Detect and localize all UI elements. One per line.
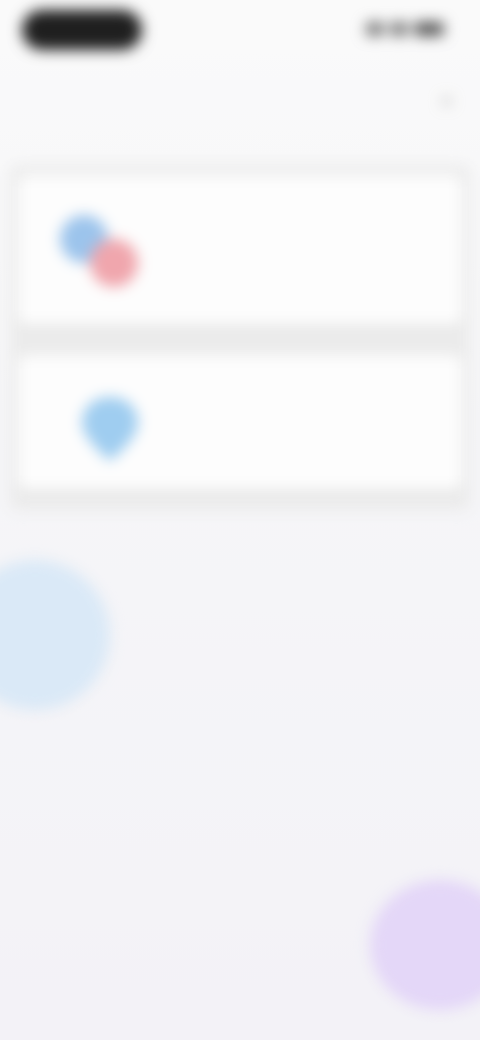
wifi-icon (390, 22, 408, 36)
close-icon[interactable]: ✕ (440, 95, 454, 111)
option-card-1[interactable] (18, 175, 462, 325)
blurred-content: ✕ (0, 0, 480, 1040)
two-profiles-icon (60, 215, 138, 287)
option-card-2[interactable] (18, 355, 462, 490)
pin-shape (82, 397, 138, 461)
battery-icon (414, 22, 444, 36)
profile-red-shape (90, 239, 138, 287)
camera-pill (22, 10, 142, 50)
screen: ✕ (0, 0, 480, 1040)
decorative-glow-blue (0, 560, 110, 710)
decorative-glow-purple (370, 880, 480, 1010)
signal-icon (366, 22, 384, 36)
location-pin-icon (82, 397, 138, 461)
status-icons (366, 22, 444, 36)
